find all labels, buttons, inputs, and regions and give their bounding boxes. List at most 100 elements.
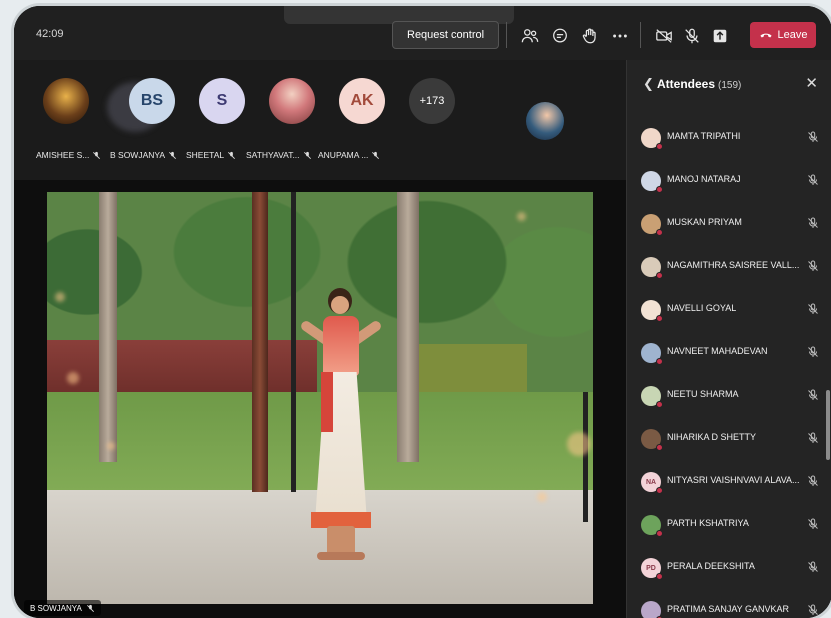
chat-icon[interactable] [550,26,570,46]
video-pole [291,192,296,492]
avatar [641,171,663,193]
video-pillar [252,192,268,492]
mic-off-icon [807,603,819,615]
attendee-name: MAMTA TRIPATHI [667,131,741,141]
bokeh-light [67,372,79,384]
avatar-initials: NA [645,478,657,486]
avatar [269,78,315,124]
participant-name: B SOWJANYA [110,150,177,160]
mic-off-icon [169,151,177,159]
participant-tile[interactable]: S [192,78,252,124]
presence-indicator [656,444,663,451]
attendee-name: NIHARIKA D SHETTY [667,432,757,442]
main-video-area: B SOWJANYA [14,180,626,618]
mic-off-icon[interactable] [682,26,702,46]
leave-button[interactable]: Leave [750,22,816,48]
attendee-row[interactable]: PARTH KSHATRIYA [627,503,831,546]
pinned-participant-avatar[interactable] [526,102,564,140]
chevron-left-icon[interactable]: ❮ [643,76,654,92]
attendee-row[interactable]: MAMTA TRIPATHI [627,116,831,159]
mic-off-icon [807,173,819,185]
bokeh-light [107,442,115,450]
avatar [641,386,663,408]
panel-title: Attendees (159) [657,77,742,91]
attendee-row[interactable]: MANOJ NATARAJ [627,159,831,202]
attendee-row[interactable]: PD PERALA DEEKSHITA [627,546,831,589]
mic-off-icon [807,474,819,486]
more-participants-count: +173 [409,78,455,124]
avatar [641,257,663,279]
share-icon[interactable] [710,26,730,46]
mic-off-icon [807,259,819,271]
participant-name: SHEETAL [186,150,236,160]
video-pole [583,392,588,522]
presence-indicator [656,272,663,279]
presence-indicator [656,530,663,537]
scrollbar[interactable] [826,390,830,460]
video-name-label: B SOWJANYA [24,600,101,616]
avatar [641,601,663,618]
avatar [641,515,663,537]
mic-off-icon [807,130,819,142]
avatar: PD [641,558,663,580]
attendee-name: PERALA DEEKSHITA [667,561,755,571]
meeting-toolbar: 42:09 Request control Leave [14,6,831,60]
presence-indicator [656,573,663,580]
bokeh-light [517,212,526,221]
attendee-row[interactable]: MUSKAN PRIYAM [627,202,831,245]
video-hedge [47,340,317,396]
toolbar-divider [506,22,507,48]
mic-off-icon [303,151,311,159]
close-icon[interactable]: ✕ [805,74,818,92]
mic-off-icon [372,151,380,159]
attendee-row[interactable]: NEETU SHARMA [627,374,831,417]
dancer-figure [297,288,387,568]
raise-hand-icon[interactable] [580,26,600,46]
people-icon[interactable] [520,26,540,46]
mic-off-icon [93,151,101,159]
leave-phone-icon [759,33,772,38]
attendee-name: PARTH KSHATRIYA [667,518,749,528]
avatar: NA [641,472,663,494]
more-participants-button[interactable]: +173 [402,78,462,124]
bokeh-light [55,292,65,302]
mic-off-icon [807,302,819,314]
bokeh-light [537,492,547,502]
attendee-row[interactable]: NAGAMITHRA SAISREE VALL... [627,245,831,288]
mic-off-icon [807,345,819,357]
avatar [43,78,89,124]
request-control-button[interactable]: Request control [392,21,500,49]
video-shrub [407,344,527,394]
attendee-name: NAGAMITHRA SAISREE VALL... [667,260,800,270]
meeting-window: 42:09 Request control Leave AMISHEE S...… [14,6,831,618]
presence-indicator [656,143,663,150]
toolbar-divider [640,22,641,48]
meeting-stage: 42:09 Request control Leave AMISHEE S...… [14,6,831,618]
attendee-row[interactable]: NIHARIKA D SHETTY [627,417,831,460]
attendee-name: MUSKAN PRIYAM [667,217,742,227]
participant-tile[interactable] [262,78,322,124]
avatar [641,128,663,150]
participant-tile[interactable]: AK [332,78,392,124]
presence-indicator [656,315,663,322]
attendee-row[interactable]: NAVELLI GOYAL [627,288,831,331]
camera-off-icon[interactable] [654,26,674,46]
more-icon[interactable] [610,26,630,46]
attendee-name: PRATIMA SANJAY GANVKAR [667,604,790,614]
attendees-panel: ❮ Attendees (159) ✕ MAMTA TRIPATHI MANOJ N… [626,60,831,618]
attendee-row[interactable]: NAVNEET MAHADEVAN [627,331,831,374]
bokeh-light [567,432,591,456]
avatar: S [199,78,245,124]
avatar: AK [339,78,385,124]
attendee-row[interactable]: NA NITYASRI VAISHNVAVI ALAVA... [627,460,831,503]
participant-name: ANUPAMA ... [318,150,380,160]
main-video-feed[interactable] [47,192,593,604]
participant-tile[interactable]: BS [122,78,182,124]
attendee-name: MANOJ NATARAJ [667,174,741,184]
participant-name: SATHYAVAT... [246,150,312,160]
mic-off-icon [86,604,94,612]
attendee-row[interactable]: PRATIMA SANJAY GANVKAR [627,589,831,618]
mic-off-icon [807,517,819,529]
attendees-panel-header: ❮ Attendees (159) ✕ [627,60,831,108]
participant-tile[interactable] [36,78,96,124]
